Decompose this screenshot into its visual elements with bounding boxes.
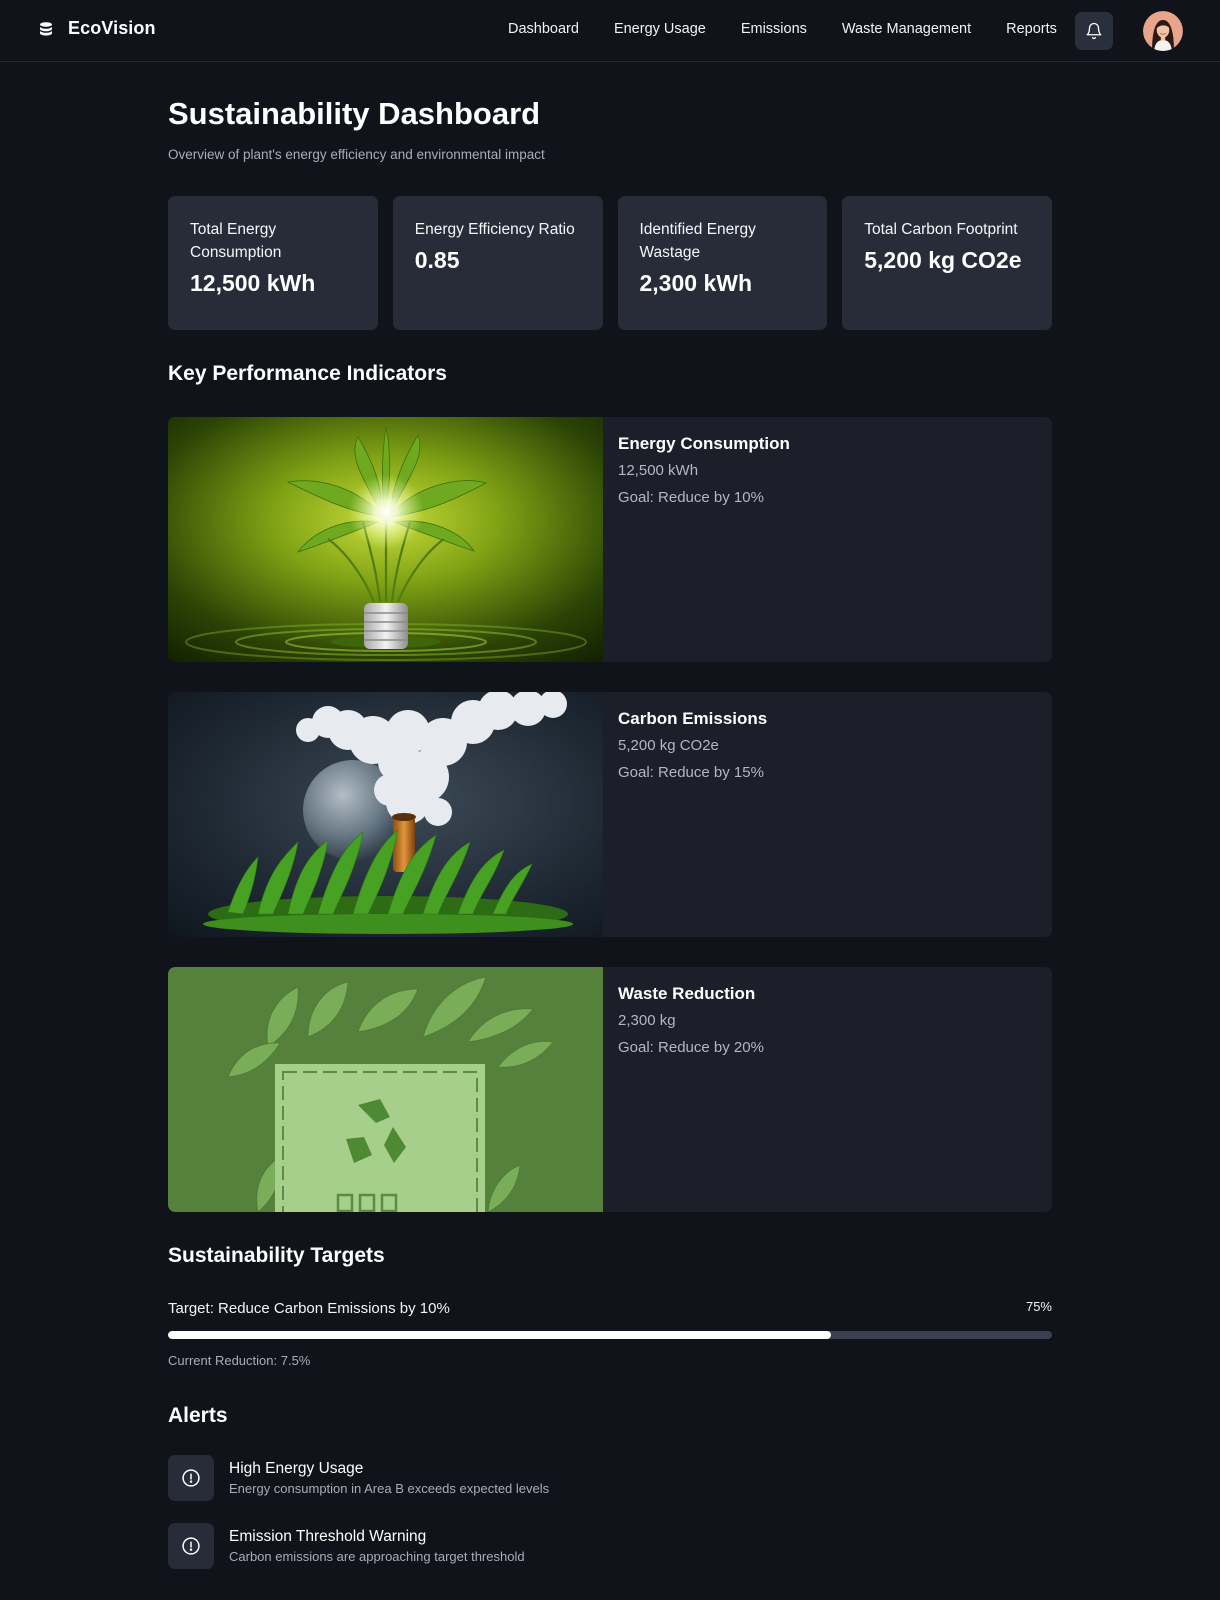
stat-label: Total Energy Consumption: [190, 221, 282, 261]
page-title: Sustainability Dashboard: [168, 96, 541, 131]
kpi-text: Waste Reduction 2,300 kg Goal: Reduce by…: [618, 983, 764, 1058]
kpi-card-carbon-emissions[interactable]: Carbon Emissions 5,200 kg CO2e Goal: Red…: [168, 692, 1052, 937]
alert-circle-icon: [182, 1537, 200, 1555]
kpi-goal: Goal: Reduce by 10%: [618, 489, 764, 506]
stat-label: Identified Energy Wastage: [639, 221, 756, 261]
target-progress-percent: 75%: [1025, 1299, 1052, 1314]
kpi-title: Energy Consumption: [618, 434, 790, 453]
stat-value: 12,500 kWh: [190, 270, 316, 296]
target-label: Target: Reduce Carbon Emissions by 10%: [168, 1300, 450, 1317]
targets-section-title: Sustainability Targets: [168, 1244, 385, 1267]
stat-card-efficiency-ratio: Energy Efficiency Ratio 0.85: [392, 196, 603, 330]
alert-text: High Energy Usage Energy consumption in …: [229, 1459, 549, 1496]
kpi-card-energy-consumption[interactable]: Energy Consumption 12,500 kWh Goal: Redu…: [168, 417, 1052, 662]
nav-reports[interactable]: Reports: [1006, 21, 1057, 37]
brand[interactable]: EcoVision: [38, 18, 156, 39]
kpi-section-title: Key Performance Indicators: [168, 362, 447, 385]
nav-dashboard[interactable]: Dashboard: [508, 21, 579, 37]
kpi-goal: Goal: Reduce by 20%: [618, 1039, 764, 1056]
alert-icon-button[interactable]: [168, 1455, 214, 1501]
stat-label: Energy Efficiency Ratio: [414, 221, 575, 238]
stat-value: 0.85: [414, 247, 460, 273]
nav-emissions[interactable]: Emissions: [741, 21, 807, 37]
kpi-goal: Goal: Reduce by 15%: [618, 764, 764, 781]
stat-value: 5,200 kg CO2e: [864, 247, 1022, 273]
stat-card-carbon-footprint: Total Carbon Footprint 5,200 kg CO2e: [842, 196, 1052, 330]
alert-title: Emission Threshold Warning: [229, 1528, 427, 1545]
kpi-title: Waste Reduction: [618, 984, 756, 1003]
database-stack-icon: [40, 21, 52, 35]
alert-text: Emission Threshold Warning Carbon emissi…: [229, 1527, 525, 1564]
nav-waste-management[interactable]: Waste Management: [842, 21, 971, 37]
alert-title: High Energy Usage: [229, 1460, 364, 1477]
alert-description: Carbon emissions are approaching target …: [229, 1549, 525, 1564]
stat-card-total-energy: Total Energy Consumption 12,500 kWh: [168, 196, 378, 330]
alert-circle-icon: [182, 1469, 200, 1487]
brand-name: EcoVision: [68, 18, 156, 38]
alert-item[interactable]: High Energy Usage Energy consumption in …: [168, 1455, 549, 1501]
alert-item[interactable]: Emission Threshold Warning Carbon emissi…: [168, 1523, 525, 1569]
avatar-image: [1143, 11, 1183, 51]
current-reduction: Current Reduction: 7.5%: [168, 1353, 311, 1368]
stat-card-energy-wastage: Identified Energy Wastage 2,300 kWh: [617, 196, 828, 330]
bell-icon: [1086, 22, 1102, 40]
summary-stats: Total Energy Consumption 12,500 kWh Ener…: [168, 196, 1052, 330]
kpi-text: Energy Consumption 12,500 kWh Goal: Redu…: [618, 433, 790, 508]
kpi-image-plant-lightbulb: [168, 417, 603, 662]
kpi-image-smoke-globe: [168, 692, 603, 937]
kpi-value: 2,300 kg: [618, 1012, 676, 1029]
alerts-section-title: Alerts: [168, 1404, 228, 1427]
kpi-text: Carbon Emissions 5,200 kg CO2e Goal: Red…: [618, 708, 767, 783]
stat-value: 2,300 kWh: [639, 270, 753, 296]
kpi-card-waste-reduction[interactable]: Waste Reduction 2,300 kg Goal: Reduce by…: [168, 967, 1052, 1212]
page-subtitle: Overview of plant's energy efficiency an…: [168, 147, 545, 162]
kpi-value: 12,500 kWh: [618, 462, 699, 479]
kpi-image-recycle-box: [168, 967, 603, 1212]
user-avatar[interactable]: [1143, 11, 1183, 51]
target-progress-bar: [168, 1331, 1052, 1339]
top-navigation-bar: EcoVision Dashboard Energy Usage Emissio…: [0, 0, 1220, 62]
target-progress-fill: [168, 1331, 831, 1339]
kpi-value: 5,200 kg CO2e: [618, 737, 719, 754]
notifications-button[interactable]: [1075, 12, 1113, 50]
kpi-title: Carbon Emissions: [618, 709, 768, 728]
alert-description: Energy consumption in Area B exceeds exp…: [229, 1481, 550, 1496]
alert-icon-button[interactable]: [168, 1523, 214, 1569]
stat-label: Total Carbon Footprint: [864, 221, 1018, 238]
nav-energy-usage[interactable]: Energy Usage: [614, 21, 706, 37]
main-nav: Dashboard Energy Usage Emissions Waste M…: [508, 21, 1057, 37]
